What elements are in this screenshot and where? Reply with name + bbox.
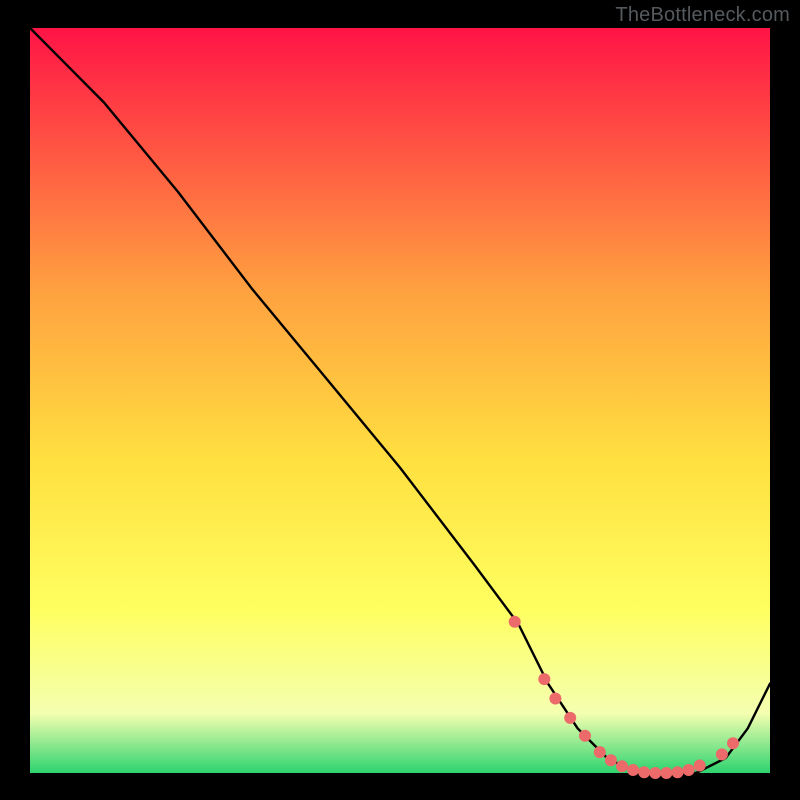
chart-stage: TheBottleneck.com — [0, 0, 800, 800]
marker-dot — [694, 760, 706, 772]
marker-dot — [627, 764, 639, 776]
marker-dot — [549, 693, 561, 705]
chart-svg — [0, 0, 800, 800]
marker-dot — [638, 766, 650, 778]
marker-dot — [683, 764, 695, 776]
marker-dot — [564, 712, 576, 724]
watermark-text: TheBottleneck.com — [615, 4, 790, 27]
marker-dot — [509, 616, 521, 628]
marker-dot — [538, 673, 550, 685]
marker-dot — [579, 730, 591, 742]
marker-dot — [716, 748, 728, 760]
marker-dot — [727, 737, 739, 749]
marker-dot — [616, 760, 628, 772]
marker-dot — [660, 767, 672, 779]
gradient-panel — [30, 28, 770, 773]
marker-dot — [649, 767, 661, 779]
marker-dot — [594, 746, 606, 758]
marker-dot — [672, 766, 684, 778]
marker-dot — [605, 754, 617, 766]
